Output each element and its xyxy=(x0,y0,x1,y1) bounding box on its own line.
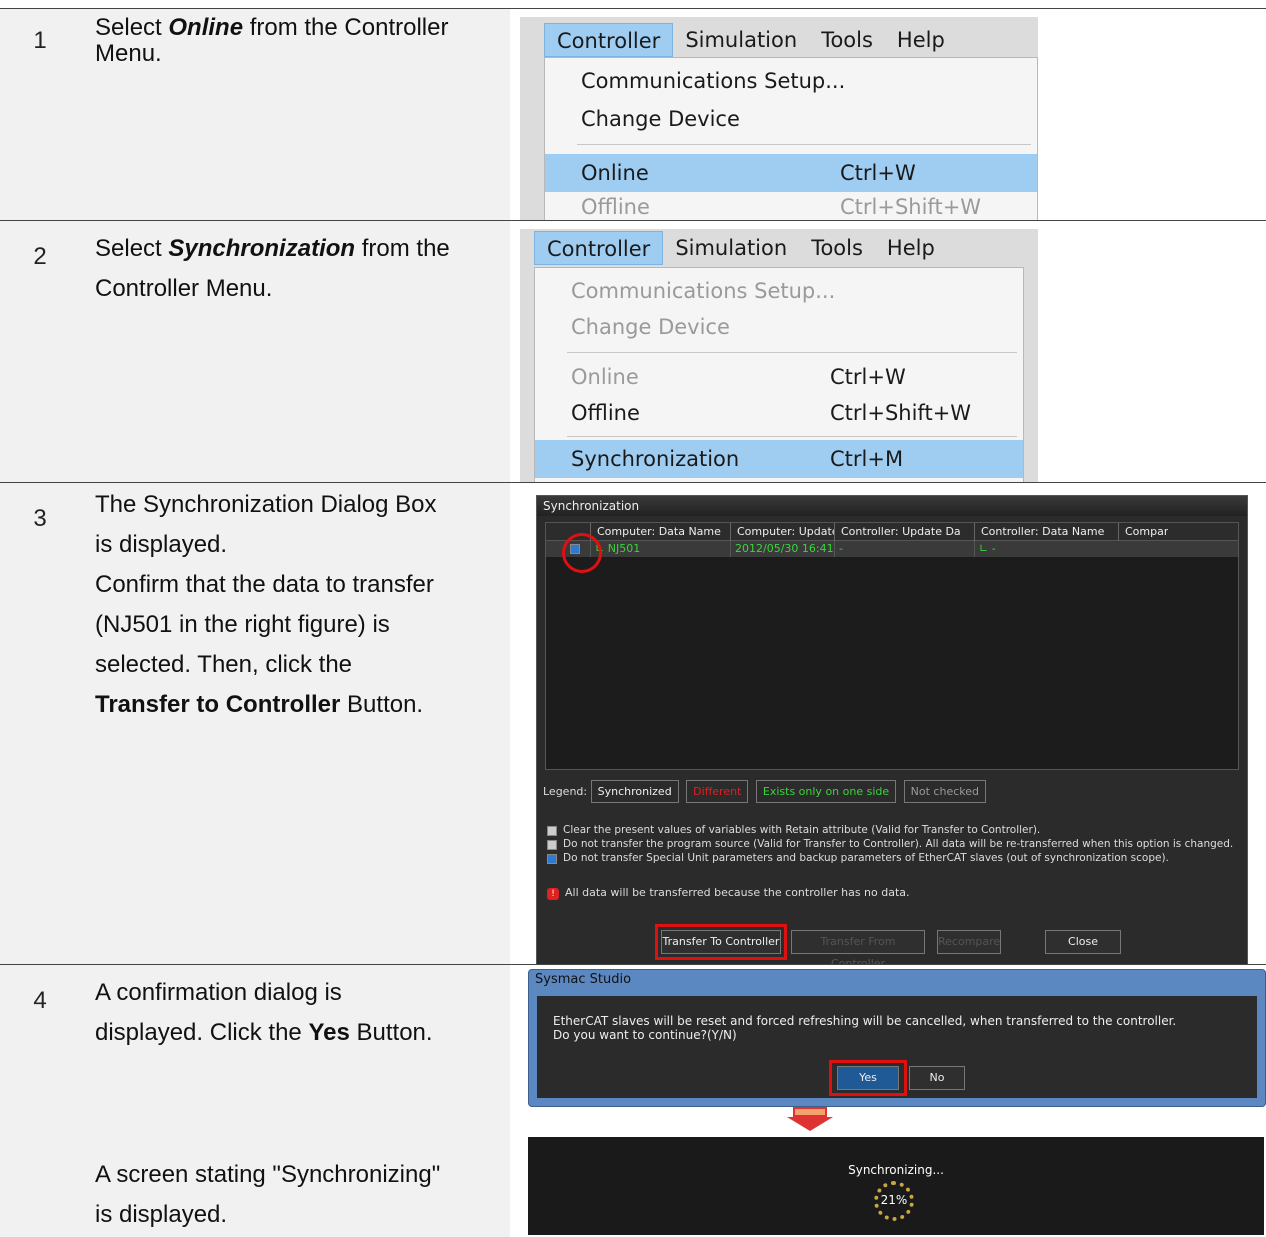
menu-item-communications-setup[interactable]: Communications Setup... xyxy=(535,272,1023,310)
menu-help[interactable]: Help xyxy=(875,231,947,265)
table-row[interactable]: ∟ NJ501 2012/05/30 16:41:07 - ∟ - xyxy=(546,541,1238,557)
col-computer-update-date: Computer: Update Da xyxy=(730,523,834,541)
highlight-box xyxy=(829,1060,907,1096)
info-message: All data will be transferred because the… xyxy=(565,886,910,899)
step-number: 2 xyxy=(0,221,80,482)
legend: Legend: Synchronized Different Exists on… xyxy=(543,780,990,803)
menu-controller[interactable]: Controller xyxy=(544,23,674,57)
step-3-row: 3 The Synchronization Dialog Box is disp… xyxy=(0,482,1266,970)
step-2-row: 2 Select Synchronization from the Contro… xyxy=(0,220,1266,483)
controller-dropdown: Communications Setup... Change Device On… xyxy=(544,57,1038,222)
menu-screenshot-2: Controller Simulation Tools Help Communi… xyxy=(510,221,1266,483)
cell-computer-name: ∟ NJ501 xyxy=(590,541,730,557)
highlight-box xyxy=(655,924,787,960)
menu-item-offline[interactable]: Offline Ctrl+Shift+W xyxy=(535,394,1023,432)
progress-percent: 21% xyxy=(880,1193,908,1207)
menu-tools[interactable]: Tools xyxy=(799,231,875,265)
option-label-1: Clear the present values of variables wi… xyxy=(563,824,1041,836)
menu-item-change-device[interactable]: Change Device xyxy=(535,308,1023,346)
transfer-from-controller-button[interactable]: Transfer From Controller xyxy=(791,930,925,970)
cell-computer-date: 2012/05/30 16:41:07 xyxy=(730,541,834,557)
legend-not-checked: Not checked xyxy=(903,780,986,803)
col-controller-data-name: Controller: Data Name xyxy=(974,523,1118,541)
menu-simulation[interactable]: Simulation xyxy=(673,23,809,57)
step-description: The Synchronization Dialog Box is displa… xyxy=(80,483,510,964)
cell-controller-name: ∟ - xyxy=(974,541,1118,557)
confirm-dialog: Sysmac Studio EtherCAT slaves will be re… xyxy=(528,969,1266,1107)
menu-controller[interactable]: Controller xyxy=(534,231,664,265)
step-number: 3 xyxy=(0,483,80,964)
step-description: Select Synchronization from the Controll… xyxy=(80,221,510,482)
col-compare: Compare xyxy=(1118,523,1168,541)
controller-dropdown: Communications Setup... Change Device On… xyxy=(534,267,1024,483)
menu-item-change-device[interactable]: Change Device xyxy=(545,100,1037,138)
menu-screenshot-1: Controller Simulation Tools Help Communi… xyxy=(510,9,1266,222)
close-button[interactable]: Close xyxy=(1045,930,1121,954)
confirm-message: EtherCAT slaves will be reset and forced… xyxy=(553,1014,1177,1028)
menu-item-synchronization[interactable]: Synchronization Ctrl+M xyxy=(535,440,1023,478)
menu-item-communications-setup[interactable]: Communications Setup... xyxy=(545,62,1037,100)
step-4-row: 4 A confirmation dialog is displayed. Cl… xyxy=(0,964,1266,1237)
synchronization-dialog: Synchronization Computer: Data Name Comp… xyxy=(536,495,1248,970)
confirm-dialog-title: Sysmac Studio xyxy=(535,972,632,987)
step-number: 4 xyxy=(0,965,80,1237)
step-1-row: 1 Select Online from the Controller Menu… xyxy=(0,8,1266,222)
option-label-3: Do not transfer Special Unit parameters … xyxy=(563,852,1169,864)
sync-dialog-screenshot: Synchronization Computer: Data Name Comp… xyxy=(510,483,1266,970)
col-computer-data-name: Computer: Data Name xyxy=(590,523,730,541)
dialog-title: Synchronization xyxy=(537,496,1247,516)
menu-item-online[interactable]: Online Ctrl+W xyxy=(535,358,1023,396)
menu-tools[interactable]: Tools xyxy=(809,23,885,57)
confirm-question: Do you want to continue?(Y/N) xyxy=(553,1028,737,1042)
menubar: Controller Simulation Tools Help xyxy=(544,23,957,57)
option-label-2: Do not transfer the program source (Vali… xyxy=(563,838,1234,850)
cell-controller-date: - xyxy=(834,541,974,557)
menubar: Controller Simulation Tools Help xyxy=(534,231,947,265)
legend-different: Different xyxy=(686,780,749,803)
sync-table: Computer: Data Name Computer: Update Da … xyxy=(545,522,1239,770)
highlight-circle xyxy=(562,533,602,573)
col-controller-update-date: Controller: Update Da xyxy=(834,523,974,541)
confirm-screenshot: Sysmac Studio EtherCAT slaves will be re… xyxy=(510,965,1266,1237)
synchronizing-screen: Synchronizing... 21% xyxy=(528,1137,1264,1235)
legend-exists-one-side: Exists only on one side xyxy=(755,780,897,803)
option-checkbox-2[interactable] xyxy=(547,840,557,850)
menu-item-online[interactable]: Online Ctrl+W xyxy=(545,154,1037,192)
recompare-button[interactable]: Recompare xyxy=(937,930,1001,954)
legend-synchronized: Synchronized xyxy=(590,780,679,803)
option-checkbox-1[interactable] xyxy=(547,826,557,836)
step-number: 1 xyxy=(0,9,80,220)
confirm-dialog-body: EtherCAT slaves will be reset and forced… xyxy=(537,996,1257,1098)
error-icon: ! xyxy=(547,888,559,900)
menu-simulation[interactable]: Simulation xyxy=(663,231,799,265)
step-description: A confirmation dialog is displayed. Clic… xyxy=(80,965,510,1237)
menu-help[interactable]: Help xyxy=(885,23,957,57)
no-button[interactable]: No xyxy=(909,1066,965,1090)
option-checkbox-3[interactable] xyxy=(547,854,557,864)
step-description: Select Online from the Controller Menu. xyxy=(80,9,510,220)
synchronizing-label: Synchronizing... xyxy=(848,1163,944,1177)
